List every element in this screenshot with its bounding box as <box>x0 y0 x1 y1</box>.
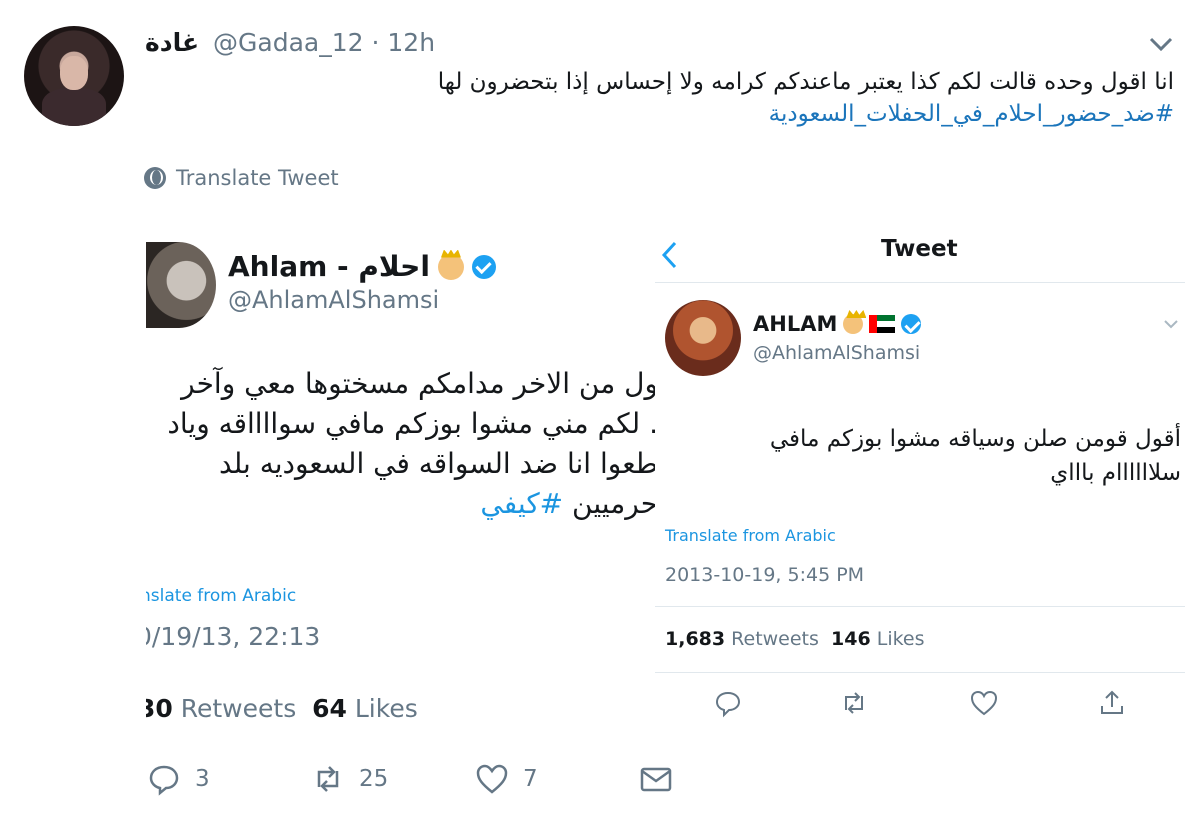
left-date: 0/19/13, 22:13 <box>146 622 321 651</box>
right-line-1: أقول قومن صلن وسياقه مشوا بوزكم مافي <box>769 426 1181 452</box>
crown-emoji-icon <box>843 314 864 334</box>
heart-icon <box>970 690 998 716</box>
ahlam-avatar-right <box>665 300 741 376</box>
crown-emoji-icon <box>437 253 464 280</box>
retweet-icon <box>317 766 339 792</box>
right-retweets-label: Retweets <box>731 628 819 650</box>
embedded-screenshot-left: Ahlam - احلام @AhlamAlShamsi ول من الاخر… <box>146 222 662 744</box>
ahlam-handle-left: @AhlamAlShamsi <box>228 286 440 314</box>
reply-icon <box>715 691 741 718</box>
author-handle[interactable]: @Gadaa_12 <box>213 28 364 57</box>
ahlam-name-text: Ahlam - احلام <box>228 250 430 283</box>
reply-count: 3 <box>195 766 210 792</box>
tweet-header: غادة @Gadaa_12 · 12h <box>145 28 435 57</box>
right-stats: 1,683 Retweets 146 Likes <box>665 628 925 650</box>
ahlam-handle-right: @AhlamAlShamsi <box>753 342 921 364</box>
right-divider-bottom <box>655 672 1185 673</box>
tweet-action-bar: 3 25 7 <box>145 762 705 806</box>
right-action-bar <box>655 684 1185 724</box>
tweet-time[interactable]: 12h <box>387 28 435 57</box>
like-count: 7 <box>523 766 538 792</box>
chevron-left-icon <box>661 241 677 269</box>
ahlam-name-right: AHLAM <box>753 312 922 336</box>
tweet-hashtag[interactable]: #ضد_حضور_احلام_في_الحفلات_السعودية <box>274 98 1174 130</box>
envelope-icon <box>640 767 672 792</box>
verified-badge-icon <box>471 254 496 279</box>
chevron-down-icon <box>1164 320 1178 329</box>
uae-flag-icon <box>869 315 896 333</box>
retweet-icon <box>845 692 863 714</box>
tweet-text: انا اقول وحده قالت لكم كذا يعتبر ماعندكم… <box>437 69 1174 95</box>
right-date: 2013-10-19, 5:45 PM <box>665 564 865 586</box>
author-name[interactable]: غادة <box>145 28 199 57</box>
retweet-count: 25 <box>359 766 389 792</box>
globe-icon <box>144 167 166 189</box>
header-separator: · <box>371 28 380 57</box>
message-button[interactable] <box>639 762 673 796</box>
ahlam-avatar-left <box>146 242 216 328</box>
right-tweet-body: أقول قومن صلن وسياقه مشوا بوزكم مافي سلا… <box>661 422 1181 490</box>
left-retweets-label: Retweets <box>180 694 297 723</box>
right-title: Tweet <box>881 236 958 262</box>
heart-icon <box>476 764 508 794</box>
left-likes-label: Likes <box>354 694 418 723</box>
ahlam-name-right-text: AHLAM <box>753 312 838 336</box>
reply-icon <box>149 765 179 796</box>
right-line-2: سلاااااام باااي <box>1050 460 1181 486</box>
left-retweets-num: 30 <box>146 694 173 723</box>
left-tweet-body: ول من الاخر مدامكم مسختوها معي وآخر . لك… <box>146 364 658 524</box>
retweet-button[interactable]: 25 <box>311 762 388 796</box>
right-translate-label: Translate from Arabic <box>665 526 836 545</box>
translate-tweet-link[interactable]: Translate Tweet <box>144 166 339 190</box>
left-hashtag: #كيفي <box>480 487 564 520</box>
left-line-1: ول من الاخر مدامكم مسختوها معي وآخر <box>181 367 658 400</box>
right-divider-top <box>655 282 1185 283</box>
like-button[interactable]: 7 <box>475 762 538 796</box>
right-divider-mid <box>655 606 1185 607</box>
translate-label: Translate Tweet <box>176 166 339 190</box>
ahlam-name-left: Ahlam - احلام <box>228 250 496 283</box>
right-retweets-num: 1,683 <box>665 628 726 650</box>
left-translate-label: nslate from Arabic <box>146 586 297 606</box>
author-avatar[interactable] <box>24 26 124 126</box>
share-icon <box>1101 690 1123 714</box>
embedded-screenshot-right: Tweet AHLAM @AhlamAlShamsi أقول قومن صلن… <box>655 222 1185 744</box>
right-likes-num: 146 <box>831 628 871 650</box>
chevron-down-icon[interactable] <box>1148 34 1174 54</box>
left-likes-num: 64 <box>312 694 347 723</box>
left-line-4-prefix: حرميين <box>572 487 658 520</box>
left-line-2: . لكم مني مشوا بوزكم مافي سوااااقه وياد <box>167 407 658 440</box>
left-line-3: طعوا انا ضد السواقه في السعوديه بلد <box>219 447 658 480</box>
left-line-4: حرميين #كيفي <box>146 484 658 524</box>
left-stats: 30 Retweets 64 Likes <box>146 694 418 723</box>
reply-button[interactable]: 3 <box>147 762 210 796</box>
right-likes-label: Likes <box>876 628 925 650</box>
verified-badge-icon <box>901 314 922 334</box>
